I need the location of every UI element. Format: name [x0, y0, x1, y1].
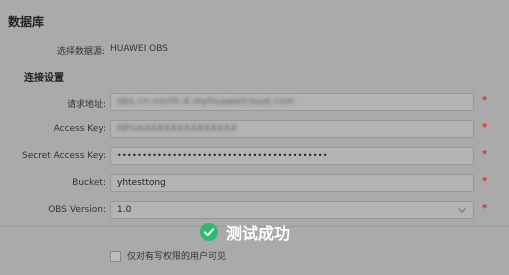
- endpoint-row: 请求地址: obs.cn-north-4.myhuaweicloud.com *: [0, 93, 509, 113]
- required-mark: *: [482, 203, 488, 214]
- chevron-down-icon[interactable]: [457, 205, 467, 215]
- check-circle-icon: [200, 223, 218, 241]
- endpoint-input[interactable]: obs.cn-north-4.myhuaweicloud.com: [110, 93, 474, 111]
- secret-key-row: Secret Access Key: •••••••••••••••••••••…: [0, 147, 509, 167]
- endpoint-label: 请求地址:: [66, 100, 106, 110]
- access-key-row: Access Key: HPUAXXXXXXXXXXXXXX *: [0, 120, 509, 140]
- obs-version-label: OBS Version:: [48, 205, 106, 215]
- obs-version-value: 1.0: [117, 205, 132, 215]
- success-toast: 测试成功: [200, 220, 290, 244]
- secret-key-input[interactable]: ••••••••••••••••••••••••••••••••••••••••…: [110, 147, 474, 165]
- required-mark: *: [482, 176, 488, 187]
- endpoint-value: obs.cn-north-4.myhuaweicloud.com: [117, 97, 295, 107]
- obs-version-select[interactable]: 1.0: [110, 201, 474, 219]
- visibility-checkbox-row[interactable]: 仅对有写权限的用户可见: [110, 249, 226, 263]
- secret-key-value: ••••••••••••••••••••••••••••••••••••••••…: [117, 151, 328, 160]
- bucket-row: Bucket: yhtesttong *: [0, 174, 509, 194]
- datasource-value: HUAWEI OBS: [110, 44, 168, 54]
- section-title: 数据库: [8, 15, 45, 29]
- required-mark: *: [482, 149, 488, 160]
- toast-text: 测试成功: [226, 224, 291, 243]
- datasource-row: 选择数据源: HUAWEI OBS: [0, 44, 509, 58]
- access-key-value: HPUAXXXXXXXXXXXXXX: [117, 124, 238, 134]
- access-key-label: Access Key:: [53, 124, 106, 134]
- access-key-input[interactable]: HPUAXXXXXXXXXXXXXX: [110, 120, 474, 138]
- required-mark: *: [482, 122, 488, 133]
- visibility-checkbox-label: 仅对有写权限的用户可见: [127, 252, 227, 262]
- secret-key-label: Secret Access Key:: [22, 151, 106, 161]
- obs-version-row: OBS Version: 1.0 *: [0, 201, 509, 221]
- bucket-input[interactable]: yhtesttong: [110, 174, 474, 192]
- connection-settings-title: 连接设置: [24, 73, 64, 84]
- bucket-label: Bucket:: [72, 178, 106, 188]
- required-mark: *: [482, 95, 488, 106]
- datasource-label: 选择数据源:: [56, 47, 105, 57]
- visibility-checkbox[interactable]: [110, 251, 121, 262]
- bucket-value: yhtesttong: [117, 178, 166, 188]
